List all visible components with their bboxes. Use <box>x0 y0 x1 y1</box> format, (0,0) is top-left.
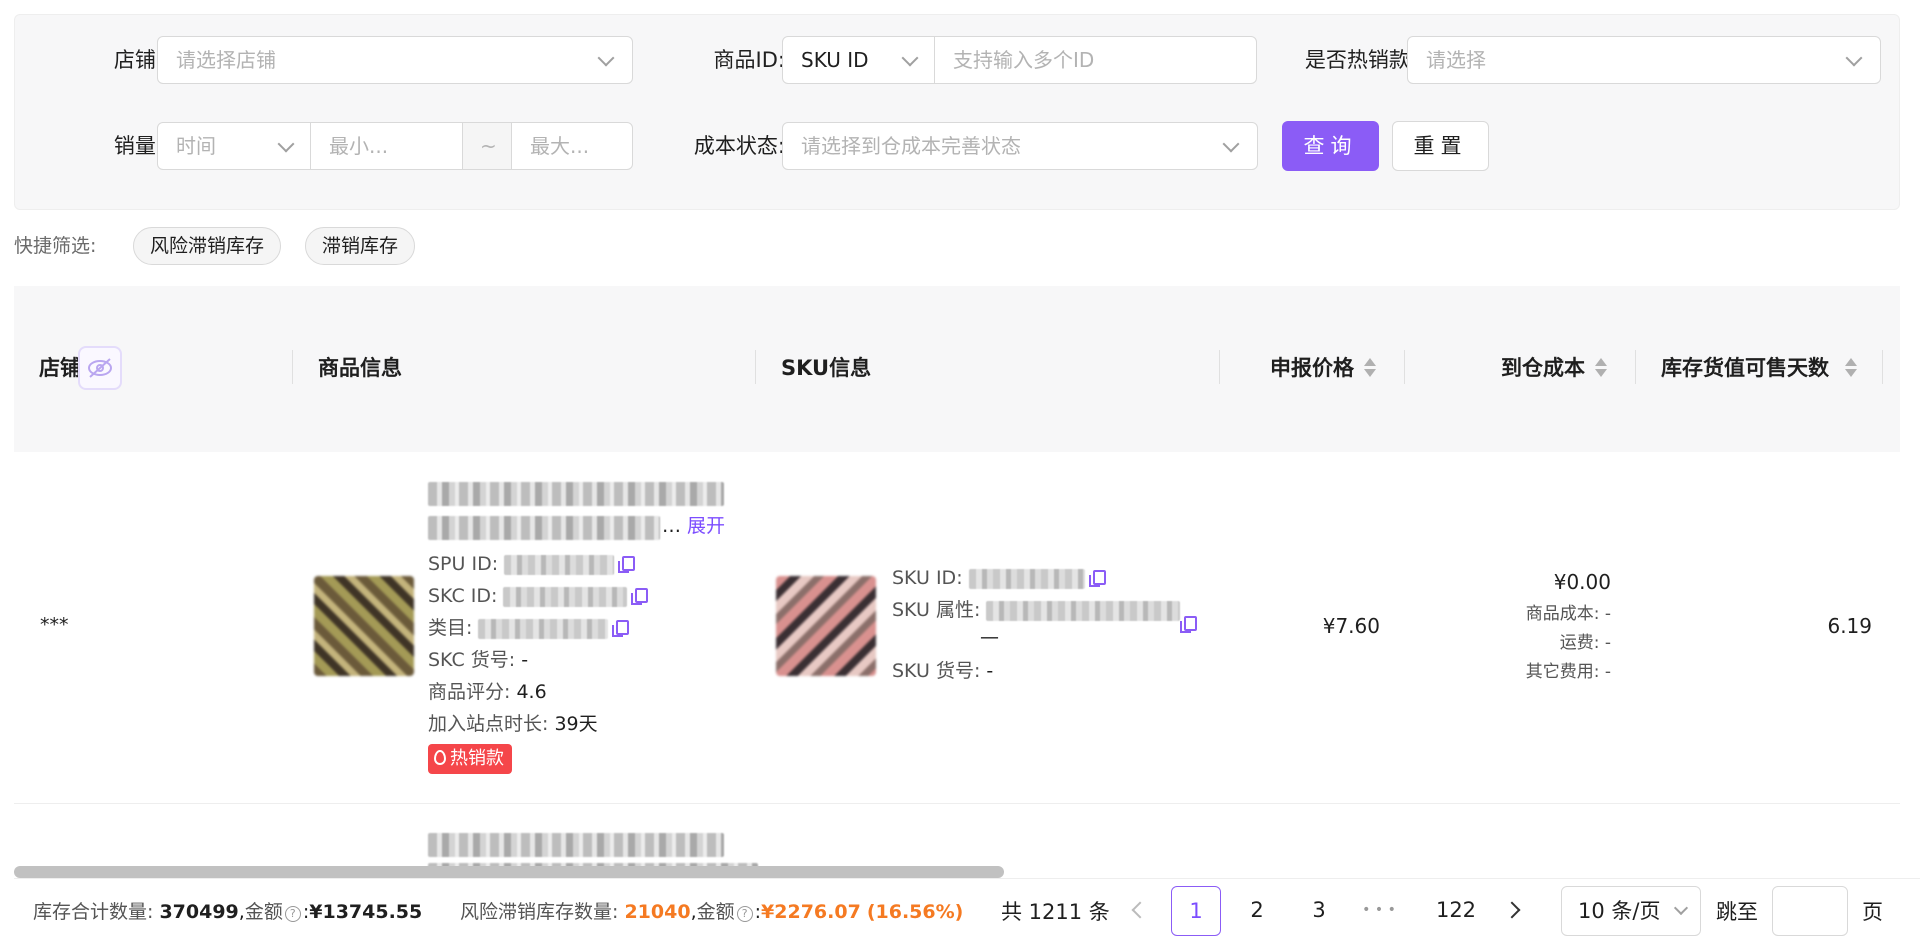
chevron-down-icon <box>1673 900 1689 916</box>
flame-icon <box>434 750 446 765</box>
column-divider <box>1219 350 1220 384</box>
skc-id-field: SKC ID: <box>428 583 649 609</box>
product-thumbnail[interactable] <box>314 576 414 676</box>
hot-badge: 热销款 <box>428 744 512 774</box>
col-arrival-cost[interactable]: 到仓成本 <box>1501 353 1585 383</box>
copy-icon[interactable] <box>618 556 636 573</box>
filter-panel: 店铺: 请选择店铺 商品ID: SKU ID 支持输入多个ID 是否热销款: 请… <box>14 14 1900 210</box>
page-size-select[interactable]: 10 条/页 <box>1561 886 1701 936</box>
rating-field: 商品评分: 4.6 <box>428 681 547 703</box>
chevron-down-icon <box>1222 135 1240 153</box>
chevron-down-icon <box>901 49 919 67</box>
page-2[interactable]: 2 <box>1232 886 1282 936</box>
jump-label: 跳至 <box>1716 900 1758 924</box>
shipping-field: 运费: - <box>1559 633 1611 653</box>
product-title-blurred <box>428 833 724 857</box>
table-row: *** … 展开 SPU ID: SKC ID: 类目: SKC 货号: - 商… <box>14 452 1900 804</box>
sort-icon[interactable] <box>1364 356 1376 380</box>
inventory-page: 店铺: 请选择店铺 商品ID: SKU ID 支持输入多个ID 是否热销款: 请… <box>0 0 1920 944</box>
sales-time-select[interactable]: 时间 <box>157 122 311 170</box>
cost-status-label: 成本状态: <box>693 134 785 158</box>
column-divider <box>292 350 293 384</box>
copy-icon[interactable] <box>1088 570 1106 587</box>
sku-attr-extra: — <box>980 626 999 648</box>
sellable-days: 6.19 <box>1827 614 1872 638</box>
table-footer: 库存合计数量: 370499,金额?:¥13745.55 风险滞销库存数量: 2… <box>14 878 1920 944</box>
total-count: 共 1211 条 <box>1001 900 1110 924</box>
sales-max-input[interactable]: 最大... <box>511 122 633 170</box>
help-icon[interactable]: ? <box>284 906 301 922</box>
cost-status-select[interactable]: 请选择到仓成本完善状态 <box>782 122 1258 170</box>
sku-thumbnail[interactable] <box>776 576 876 676</box>
other-fee-field: 其它费用: - <box>1525 662 1611 682</box>
page-122[interactable]: 122 <box>1424 886 1488 936</box>
column-divider <box>755 350 756 384</box>
copy-icon[interactable] <box>631 588 649 605</box>
shop-select[interactable]: 请选择店铺 <box>157 36 633 84</box>
scrollbar-thumb[interactable] <box>14 866 1004 878</box>
risk-summary: 风险滞销库存数量: 21040,金额?:¥2276.07 (16.56%) <box>460 901 964 923</box>
col-declared-price[interactable]: 申报价格 <box>1270 353 1354 383</box>
product-title-blurred <box>428 516 660 540</box>
stock-summary: 库存合计数量: 370499,金额?:¥13745.55 <box>33 901 423 923</box>
copy-icon[interactable] <box>612 620 630 637</box>
table-header: 店铺 商品信息 SKU信息 申报价格 到仓成本 库存货值可售天数 <box>14 286 1900 452</box>
product-id-label: 商品ID: <box>713 48 785 72</box>
eye-off-icon[interactable] <box>78 346 122 390</box>
page-1[interactable]: 1 <box>1171 886 1221 936</box>
id-type-select[interactable]: SKU ID <box>782 36 935 84</box>
page-3[interactable]: 3 <box>1294 886 1344 936</box>
help-icon[interactable]: ? <box>736 906 753 922</box>
product-cost-field: 商品成本: - <box>1525 604 1611 624</box>
quick-filter-label: 快捷筛选: <box>14 235 97 257</box>
prev-page-icon[interactable] <box>1131 901 1149 919</box>
chip-slow-stock[interactable]: 滞销库存 <box>305 227 416 265</box>
next-page-icon[interactable] <box>1503 901 1521 919</box>
spu-id-field: SPU ID: <box>428 551 636 577</box>
product-title-blurred <box>428 482 724 506</box>
declared-price: ¥7.60 <box>1322 614 1380 638</box>
sales-min-input[interactable]: 最小... <box>310 122 463 170</box>
range-separator: ~ <box>462 122 512 170</box>
chevron-down-icon <box>277 135 295 153</box>
jump-page-input[interactable] <box>1772 886 1848 936</box>
column-divider <box>1404 350 1405 384</box>
column-divider <box>1635 350 1636 384</box>
page-suffix: 页 <box>1862 900 1883 924</box>
sku-no-field: SKU 货号: - <box>892 660 994 682</box>
sales-filter-label: 销量: <box>113 134 163 158</box>
chevron-down-icon <box>1845 49 1863 67</box>
site-days-field: 加入站点时长: 39天 <box>428 713 598 735</box>
chip-risk-slow-stock[interactable]: 风险滞销库存 <box>133 227 282 265</box>
page-ellipsis[interactable]: • • • <box>1354 886 1404 936</box>
arrival-cost: ¥0.00 <box>1553 570 1611 594</box>
search-button[interactable]: 查询 <box>1282 121 1379 171</box>
product-id-input[interactable]: 支持输入多个ID <box>934 36 1257 84</box>
skc-no-field: SKC 货号: - <box>428 649 529 671</box>
category-field: 类目: <box>428 615 630 641</box>
chevron-down-icon <box>597 49 615 67</box>
column-divider <box>1882 350 1883 384</box>
expand-link[interactable]: … 展开 <box>662 513 725 539</box>
horizontal-scrollbar[interactable] <box>14 864 1900 878</box>
shop-cell: *** <box>40 614 69 636</box>
reset-button[interactable]: 重置 <box>1392 121 1489 171</box>
col-sellable-days[interactable]: 库存货值可售天数 <box>1661 353 1829 383</box>
sort-icon[interactable] <box>1595 356 1607 380</box>
col-sku-info: SKU信息 <box>781 356 872 380</box>
col-shop: 店铺 <box>39 356 81 380</box>
sort-icon[interactable] <box>1845 356 1857 380</box>
hot-select[interactable]: 请选择 <box>1407 36 1881 84</box>
shop-filter-label: 店铺: <box>113 48 163 72</box>
hot-filter-label: 是否热销款: <box>1304 48 1417 72</box>
sku-id-field: SKU ID: <box>892 565 1106 591</box>
col-product-info: 商品信息 <box>318 356 402 380</box>
